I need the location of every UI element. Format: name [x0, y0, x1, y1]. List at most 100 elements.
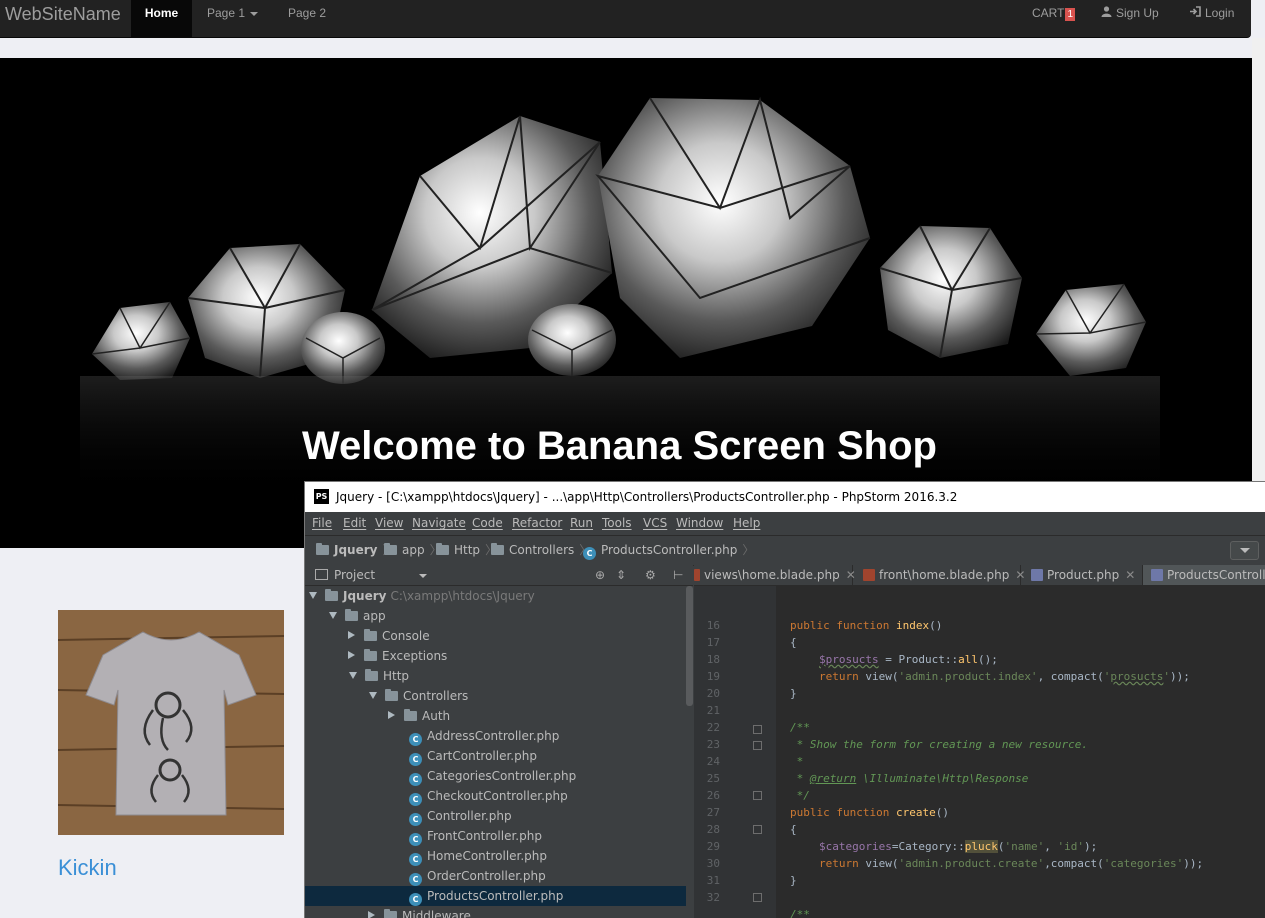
class-icon: C [409, 753, 422, 766]
tree-file[interactable]: C Controller.php [305, 806, 686, 826]
folder-icon [364, 629, 377, 641]
line-number: 32 [706, 891, 720, 904]
tab-productscontroller-active[interactable]: ProductsController [1143, 565, 1265, 585]
code-line-26: */ [790, 789, 810, 802]
folder-icon [325, 589, 338, 601]
menu-refactor[interactable]: Refactor [512, 512, 562, 534]
tree-item-console[interactable]: Console [305, 626, 686, 646]
menu-file[interactable]: File [312, 512, 332, 534]
ide-window-title: Jquery - [C:\xampp\htdocs\Jquery] - ...\… [336, 490, 958, 504]
tree-file[interactable]: C CheckoutController.php [305, 786, 686, 806]
fold-marker-icon[interactable] [753, 741, 762, 750]
tab-views-home-blade[interactable]: views\home.blade.php ✕ [694, 565, 856, 585]
line-number: 30 [706, 857, 720, 870]
diamonds-image [0, 58, 1252, 548]
fold-marker-icon[interactable] [753, 791, 762, 800]
tree-item-exceptions[interactable]: Exceptions [305, 646, 686, 666]
login-label: Login [1205, 6, 1235, 20]
chevron-down-icon [418, 573, 427, 578]
project-tree-scrollbar[interactable] [686, 586, 693, 706]
expand-arrow-icon [309, 592, 317, 599]
expand-arrow-icon [349, 672, 357, 679]
user-icon [1101, 0, 1112, 26]
tree-file[interactable]: C HomeController.php [305, 846, 686, 866]
code-line-28: { [790, 823, 797, 836]
tree-item-middleware[interactable]: Middleware [305, 906, 686, 918]
ide-breadcrumb-bar: Jquery〉 app〉 Http〉 Controllers〉 CProduct… [305, 535, 1265, 566]
nav-page1-dropdown[interactable]: Page 1 [207, 0, 259, 37]
folder-icon [316, 543, 329, 555]
menu-window[interactable]: Window [676, 512, 723, 534]
tree-item-controllers[interactable]: Controllers [305, 686, 686, 706]
tree-file[interactable]: C OrderController.php [305, 866, 686, 886]
tree-file[interactable]: C CategoriesController.php [305, 766, 686, 786]
menu-run[interactable]: Run [570, 512, 593, 534]
breadcrumb-productscontroller[interactable]: C ProductsController.php 〉 [583, 536, 759, 564]
phpstorm-window: PS Jquery - [C:\xampp\htdocs\Jquery] - .… [304, 481, 1265, 918]
tab-product-php[interactable]: Product.php ✕ [1021, 565, 1143, 585]
fold-marker-icon[interactable] [753, 825, 762, 834]
phpstorm-logo-icon: PS [314, 489, 329, 504]
folder-icon [364, 649, 377, 661]
code-line-29: $categories=Category::pluck('name', 'id'… [819, 840, 1098, 853]
menu-tools[interactable]: Tools [602, 512, 632, 534]
folder-icon [345, 609, 358, 621]
line-number: 20 [706, 687, 720, 700]
expand-arrow-icon [329, 612, 337, 619]
code-line-18: $prosucts = Product::all(); [819, 653, 998, 666]
locate-icon[interactable]: ⊕ [595, 565, 605, 585]
tree-file[interactable]: C FrontController.php [305, 826, 686, 846]
class-icon: C [409, 733, 422, 746]
collapse-all-icon[interactable]: ⇕ [616, 565, 626, 585]
line-number: 25 [706, 772, 720, 785]
menu-edit[interactable]: Edit [343, 512, 366, 534]
collapse-arrow-icon [348, 651, 355, 659]
close-icon[interactable]: ✕ [1125, 568, 1135, 582]
tree-item-auth[interactable]: Auth [305, 706, 686, 726]
code-line-27: public function create() [790, 806, 949, 819]
breadcrumb-dropdown-button[interactable] [1230, 541, 1259, 560]
code-line-16: public function index() [790, 619, 943, 632]
product-name-link[interactable]: Kickin [58, 855, 117, 881]
tree-file-selected[interactable]: C ProductsController.php [305, 886, 686, 906]
nav-home[interactable]: Home [131, 0, 192, 37]
hide-panel-icon[interactable]: ⊢ [673, 565, 683, 585]
menu-help[interactable]: Help [733, 512, 760, 534]
tree-item-jquery[interactable]: Jquery C:\xampp\htdocs\Jquery [305, 586, 686, 606]
fold-marker-icon[interactable] [753, 893, 762, 902]
folder-icon [384, 543, 397, 555]
class-icon: C [409, 873, 422, 886]
hero-banner: Welcome to Banana Screen Shop [0, 58, 1252, 548]
tree-file[interactable]: C AddressController.php [305, 726, 686, 746]
brand-link[interactable]: WebSiteName [5, 4, 121, 25]
page-scrollbar-track[interactable] [1252, 38, 1265, 482]
code-line-24: * [790, 755, 804, 768]
product-image-tshirt[interactable] [58, 610, 284, 835]
nav-signup[interactable]: Sign Up [1101, 0, 1159, 37]
code-line-25: * @return \Illuminate\Http\Response [790, 772, 1029, 785]
nav-login[interactable]: Login [1189, 0, 1234, 37]
expand-arrow-icon [369, 692, 377, 699]
tree-item-http[interactable]: Http [305, 666, 686, 686]
line-number: 31 [706, 874, 720, 887]
project-view-selector[interactable]: Project [315, 565, 427, 585]
code-line-31: } [790, 874, 797, 887]
menu-code[interactable]: Code [472, 512, 503, 534]
menu-vcs[interactable]: VCS [643, 512, 667, 534]
class-icon: C [409, 773, 422, 786]
folder-icon [491, 543, 504, 555]
nav-page2[interactable]: Page 2 [288, 0, 326, 37]
nav-cart[interactable]: CART 1 [1032, 0, 1076, 37]
fold-marker-icon[interactable] [753, 725, 762, 734]
ide-title-bar[interactable]: PS Jquery - [C:\xampp\htdocs\Jquery] - .… [305, 482, 1265, 512]
blade-file-icon [694, 569, 700, 581]
tab-front-home-blade[interactable]: front\home.blade.php ✕ [853, 565, 1025, 585]
line-number: 26 [706, 789, 720, 802]
tree-item-app[interactable]: app [305, 606, 686, 626]
code-editor[interactable]: 16 17 18 19 20 21 22 23 24 25 26 27 28 29 30 31 32 publi… [694, 586, 1265, 918]
breadcrumb-controllers[interactable]: Controllers〉 [491, 536, 596, 564]
gear-icon[interactable]: ⚙ [645, 565, 656, 585]
tree-file[interactable]: C CartController.php [305, 746, 686, 766]
menu-view[interactable]: View [375, 512, 403, 534]
menu-navigate[interactable]: Navigate [412, 512, 466, 534]
